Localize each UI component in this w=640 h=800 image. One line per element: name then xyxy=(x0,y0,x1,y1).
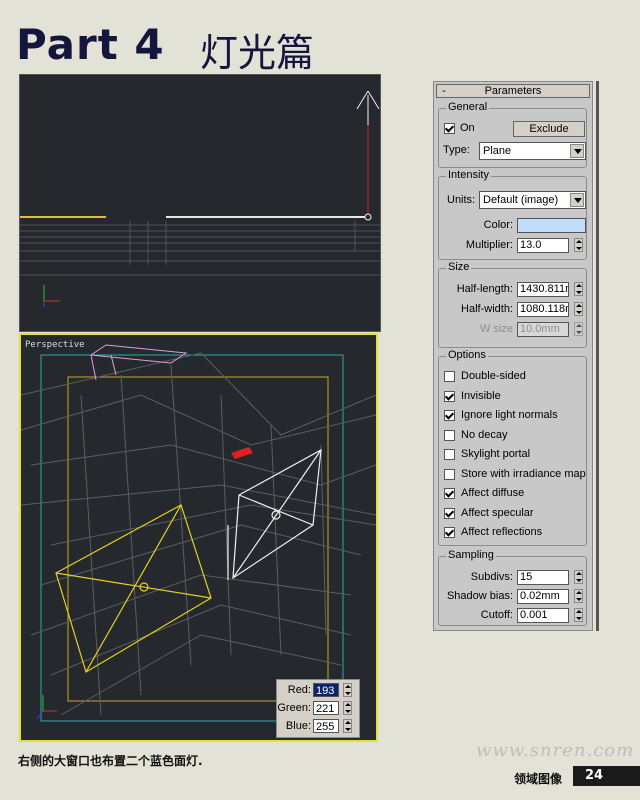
color-picker-rgb: Red: 193 Green: 221 Blue: 255 xyxy=(276,679,360,738)
option-checkbox[interactable] xyxy=(444,527,455,538)
shadow-bias-input[interactable]: 0.02mm xyxy=(517,589,569,604)
color-label: Color: xyxy=(483,219,513,231)
red-label: Red: xyxy=(287,684,311,696)
page-number: 24 xyxy=(573,766,640,786)
units-dropdown[interactable]: Default (image) xyxy=(479,191,586,209)
general-title: General xyxy=(446,101,490,113)
chevron-down-icon[interactable] xyxy=(570,193,584,207)
option-label: Affect specular xyxy=(461,506,534,519)
chevron-down-icon[interactable] xyxy=(570,144,584,158)
size-title: Size xyxy=(446,261,472,273)
green-label: Green: xyxy=(277,702,311,714)
on-checkbox[interactable] xyxy=(444,123,455,134)
option-checkbox[interactable] xyxy=(444,410,455,421)
parameters-panel: - Parameters General On Exclude Type: Pl… xyxy=(433,81,593,631)
type-dropdown[interactable]: Plane xyxy=(479,142,586,160)
option-label: Affect diffuse xyxy=(461,487,525,499)
half-length-spinner[interactable] xyxy=(574,282,583,296)
option-checkbox[interactable] xyxy=(444,507,455,519)
cutoff-input[interactable]: 0.001 xyxy=(517,608,569,623)
page-title-chinese: 灯光篇 xyxy=(200,31,315,75)
blue-spinner[interactable] xyxy=(343,719,352,733)
option-label: Store with irradiance map xyxy=(461,467,586,480)
green-input[interactable]: 221 xyxy=(313,701,339,715)
options-group: Options Double-sided Invisible Ignore ligh… xyxy=(438,349,587,546)
half-length-input[interactable]: 1430.811mm xyxy=(517,282,569,297)
panel-scrollbar[interactable] xyxy=(596,81,599,631)
half-width-input[interactable]: 1080.118mm xyxy=(517,302,569,317)
option-checkbox[interactable] xyxy=(444,468,455,480)
option-checkbox[interactable] xyxy=(444,390,455,402)
cutoff-spinner[interactable] xyxy=(574,608,583,622)
w-size-spinner xyxy=(574,322,583,336)
top-viewport-scene xyxy=(20,90,380,307)
intensity-title: Intensity xyxy=(446,169,491,181)
red-spinner[interactable] xyxy=(343,683,352,697)
option-checkbox[interactable] xyxy=(444,449,455,460)
type-label: Type: xyxy=(443,144,470,156)
general-group: General On Exclude Type: Plane xyxy=(438,101,587,168)
watermark: www.snren.com xyxy=(476,740,635,761)
units-label: Units: xyxy=(447,194,476,206)
shadow-bias-spinner[interactable] xyxy=(574,589,583,603)
option-checkbox[interactable] xyxy=(444,429,455,441)
half-width-spinner[interactable] xyxy=(574,302,583,316)
half-length-label: Half-length: xyxy=(456,283,513,295)
option-label: Affect reflections xyxy=(461,526,543,538)
size-group: Size Half-length: 1430.811mm Half-width:… xyxy=(438,261,587,348)
cutoff-label: Cutoff: xyxy=(480,609,513,621)
w-size-label: W size xyxy=(480,323,513,335)
subdivs-label: Subdivs: xyxy=(470,571,513,583)
sampling-group: Sampling Subdivs: 15 Shadow bias: 0.02mm… xyxy=(438,549,587,626)
parameters-rollout-header[interactable]: - Parameters xyxy=(436,84,590,98)
intensity-group: Intensity Units: Default (image) Color: … xyxy=(438,169,587,260)
exclude-button[interactable]: Exclude xyxy=(513,121,585,137)
option-label: Invisible xyxy=(461,389,501,402)
multiplier-label: Multiplier: xyxy=(465,239,513,251)
option-label: Ignore light normals xyxy=(461,409,558,421)
rollout-title: Parameters xyxy=(484,85,542,97)
blue-input[interactable]: 255 xyxy=(313,719,339,733)
option-checkbox[interactable] xyxy=(444,371,455,382)
type-value: Plane xyxy=(483,145,512,157)
shadow-bias-label: Shadow bias: xyxy=(446,590,513,602)
multiplier-spinner[interactable] xyxy=(574,238,583,252)
option-label: Double-sided xyxy=(461,370,526,382)
option-label: Skylight portal xyxy=(461,448,531,460)
color-swatch[interactable] xyxy=(517,218,586,233)
green-spinner[interactable] xyxy=(343,701,352,715)
red-input[interactable]: 193 xyxy=(313,683,339,697)
half-width-label: Half-width: xyxy=(461,303,513,315)
on-label: On xyxy=(460,122,475,134)
sampling-title: Sampling xyxy=(446,549,496,561)
option-label: No decay xyxy=(461,428,508,441)
subdivs-spinner[interactable] xyxy=(574,570,583,584)
perspective-viewport[interactable]: Perspective Red: 193 Green: 221 Blue: 25… xyxy=(19,333,378,742)
top-viewport[interactable] xyxy=(19,74,381,332)
option-checkbox[interactable] xyxy=(444,488,455,499)
units-value: Default (image) xyxy=(483,194,559,206)
page-title-part: Part 4 xyxy=(16,20,165,69)
figure-caption: 右侧的大窗口也布置二个蓝色面灯. xyxy=(18,754,203,768)
w-size-input: 10.0mm xyxy=(517,322,569,337)
footer-label: 领域图像 xyxy=(514,772,563,786)
subdivs-input[interactable]: 15 xyxy=(517,570,569,585)
rollout-toggle[interactable]: - xyxy=(442,85,446,97)
multiplier-input[interactable]: 13.0 xyxy=(517,238,569,253)
options-title: Options xyxy=(446,349,488,361)
blue-label: Blue: xyxy=(285,720,311,732)
